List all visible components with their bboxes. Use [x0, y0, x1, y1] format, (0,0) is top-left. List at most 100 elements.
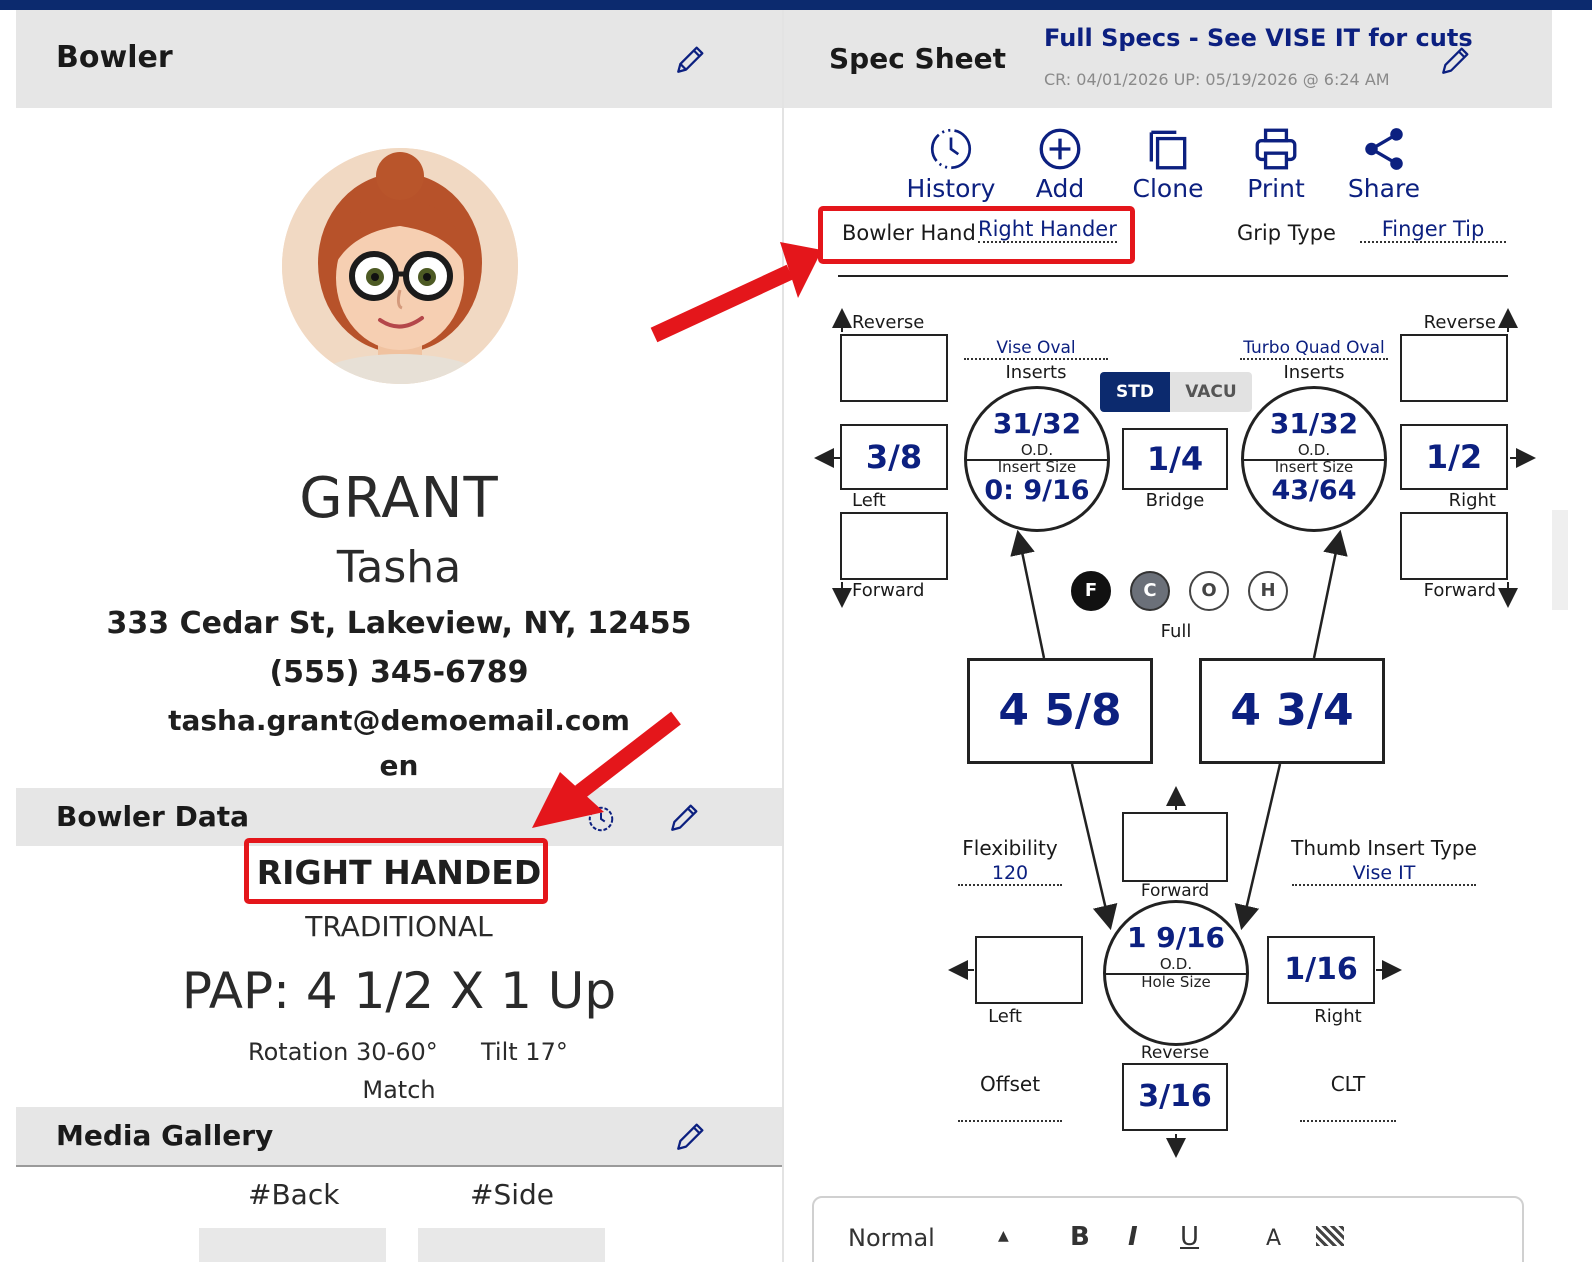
- right-insert-brand[interactable]: Turbo Quad Oval: [1240, 338, 1388, 360]
- clt-field[interactable]: [1300, 1104, 1396, 1122]
- bridge-box[interactable]: 1/4: [1122, 428, 1228, 490]
- thumb-od-value: 1 9/16: [1127, 921, 1225, 954]
- thumb-hole-circle[interactable]: 1 9/16 O.D. Hole Size: [1103, 900, 1249, 1046]
- left-pitch-label: Left: [852, 490, 886, 511]
- thumb-reverse-label: Reverse: [1140, 1043, 1210, 1063]
- media-thumbnail-side[interactable]: [418, 1228, 605, 1262]
- thumb-reverse-box[interactable]: 3/16: [1122, 1063, 1228, 1131]
- right-insert-size-value: 43/64: [1271, 475, 1357, 506]
- clone-label: Clone: [1132, 174, 1204, 203]
- right-pitch-box[interactable]: 1/2: [1400, 424, 1508, 490]
- bowler-avatar: [282, 148, 518, 384]
- left-forward-label: Forward: [852, 580, 925, 601]
- std-toggle[interactable]: STD: [1100, 372, 1170, 412]
- thumb-forward-box[interactable]: [1122, 812, 1228, 882]
- right-span-box[interactable]: 4 3/4: [1199, 658, 1385, 764]
- media-gallery-header: Media Gallery: [16, 1107, 782, 1167]
- italic-button[interactable]: I: [1128, 1222, 1138, 1252]
- offset-field[interactable]: [958, 1104, 1062, 1122]
- right-finger-hole-circle[interactable]: 31/32 O.D. Insert Size 43/64: [1241, 386, 1387, 532]
- fit-o-button[interactable]: O: [1189, 571, 1229, 611]
- fit-c-button[interactable]: C: [1130, 571, 1170, 611]
- flexibility-label: Flexibility: [962, 836, 1058, 860]
- bowler-hand-value[interactable]: Right Hander: [978, 217, 1117, 243]
- font-color-button[interactable]: A: [1266, 1226, 1281, 1251]
- bold-button[interactable]: B: [1070, 1222, 1090, 1252]
- flexibility-value[interactable]: 120: [958, 862, 1062, 886]
- left-pitch-value: 3/8: [865, 438, 923, 476]
- top-bar: [0, 0, 1592, 10]
- share-icon: [1365, 128, 1403, 170]
- rotation-text: Rotation 30-60°: [248, 1038, 438, 1066]
- thumb-insert-type-label: Thumb Insert Type: [1291, 836, 1477, 860]
- tilt-text: Tilt 17°: [481, 1038, 568, 1066]
- clone-button[interactable]: Clone: [1113, 124, 1223, 206]
- bowling-style-text: TRADITIONAL: [305, 910, 493, 943]
- thumb-right-box[interactable]: 1/16: [1267, 936, 1375, 1004]
- right-pitch-label: Right: [1448, 490, 1496, 511]
- left-finger-hole-circle[interactable]: 31/32 O.D. Insert Size 0: 9/16: [964, 386, 1110, 532]
- clone-icon: [1149, 130, 1187, 170]
- thumb-insert-type-value[interactable]: Vise IT: [1292, 862, 1476, 886]
- editor-format-select[interactable]: Normal: [848, 1224, 935, 1252]
- right-reverse-box[interactable]: [1400, 334, 1508, 402]
- add-circle-icon: [1039, 128, 1081, 170]
- fit-h-button[interactable]: H: [1248, 571, 1288, 611]
- right-forward-box[interactable]: [1400, 512, 1508, 580]
- left-od-label: O.D.: [1020, 441, 1054, 459]
- thumb-left-box[interactable]: [975, 936, 1083, 1004]
- bridge-value: 1/4: [1146, 440, 1204, 478]
- left-span-value: 4 5/8: [998, 685, 1122, 736]
- pap-text: PAP: 4 1/2 X 1 Up: [181, 962, 617, 1020]
- format-chevron-icon[interactable]: ▲: [998, 1228, 1009, 1244]
- media-gallery-title: Media Gallery: [56, 1119, 274, 1152]
- grip-type-value[interactable]: Finger Tip: [1360, 217, 1506, 243]
- fit-full-button[interactable]: F: [1071, 571, 1111, 611]
- bowler-hand-text: RIGHT HANDED: [256, 853, 542, 892]
- share-button[interactable]: Share: [1329, 124, 1439, 206]
- bowler-address: 333 Cedar St, Lakeview, NY, 12455: [106, 606, 692, 641]
- thumb-forward-label: Forward: [1140, 881, 1210, 901]
- edit-bowler-pencil-icon[interactable]: [674, 42, 708, 76]
- scrollbar-track[interactable]: [1552, 510, 1568, 610]
- underline-button[interactable]: U: [1180, 1222, 1199, 1252]
- thumb-od-label: O.D.: [1159, 955, 1193, 973]
- bowler-header-title: Bowler: [56, 40, 173, 75]
- grip-type-label: Grip Type: [1237, 221, 1336, 245]
- left-od-value: 31/32: [992, 407, 1082, 440]
- left-reverse-label: Reverse: [852, 312, 925, 333]
- bowler-last-name: GRANT: [299, 466, 499, 531]
- history-label: History: [906, 174, 996, 203]
- history-button[interactable]: History: [896, 124, 1006, 206]
- offset-label: Offset: [979, 1072, 1041, 1096]
- left-span-box[interactable]: 4 5/8: [967, 658, 1153, 764]
- media-tag-side[interactable]: #Side: [470, 1178, 554, 1211]
- add-button[interactable]: Add: [1005, 124, 1115, 206]
- left-reverse-box[interactable]: [840, 334, 948, 402]
- media-thumbnail-back[interactable]: [199, 1228, 386, 1262]
- right-reverse-label: Reverse: [1423, 312, 1496, 333]
- edit-spec-pencil-icon[interactable]: [1439, 43, 1473, 77]
- spec-sheet-dates: CR: 04/01/2026 UP: 05/19/2026 @ 6:24 AM: [1044, 70, 1390, 89]
- notes-editor[interactable]: Normal ▲ B I U A: [812, 1196, 1524, 1262]
- share-label: Share: [1347, 174, 1421, 203]
- spec-sheet-subtitle[interactable]: Full Specs - See VISE IT for cuts: [1044, 24, 1473, 52]
- print-button[interactable]: Print: [1221, 124, 1331, 206]
- bowler-hand-label: Bowler Hand: [842, 221, 976, 245]
- fit-selected-label: Full: [1160, 621, 1192, 642]
- printer-icon: [1255, 128, 1297, 170]
- left-insert-brand[interactable]: Vise Oval: [964, 338, 1108, 360]
- history-icon: [930, 128, 972, 170]
- match-text: Match: [362, 1076, 436, 1104]
- left-insert-size-value: 0: 9/16: [984, 475, 1090, 506]
- media-tag-back[interactable]: #Back: [248, 1178, 339, 1211]
- spec-sheet-header: Spec Sheet Full Specs - See VISE IT for …: [784, 10, 1552, 108]
- left-insert-size-label: Insert Size: [997, 458, 1077, 476]
- bowler-header: Bowler: [16, 10, 782, 108]
- highlight-color-icon[interactable]: [1316, 1226, 1344, 1246]
- left-pitch-box[interactable]: 3/8: [840, 424, 948, 490]
- add-label: Add: [1035, 174, 1085, 203]
- edit-media-pencil-icon[interactable]: [674, 1119, 708, 1153]
- bowler-phone: (555) 345-6789: [269, 655, 529, 690]
- left-forward-box[interactable]: [840, 512, 948, 580]
